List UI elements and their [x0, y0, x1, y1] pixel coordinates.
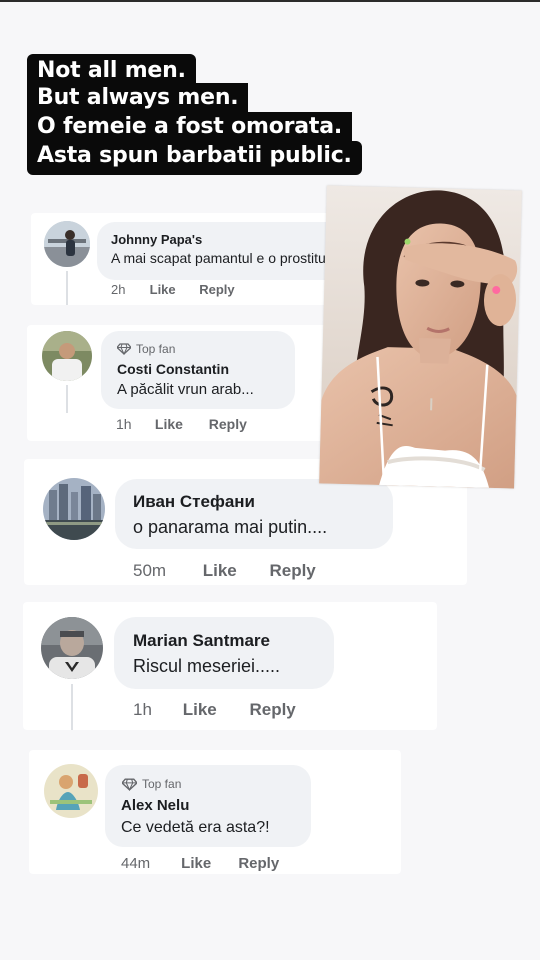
thread-line	[71, 684, 73, 730]
comment-card: Marian Santmare Riscul meseriei..... 1h …	[23, 602, 437, 730]
comment-time: 50m	[133, 561, 167, 580]
comment-time: 1h	[133, 700, 152, 719]
comment-text: A mai scapat pamantul e o prostituat	[111, 250, 338, 266]
comment-card: Top fan Alex Nelu Ce vedetă era asta?! 4…	[29, 750, 401, 874]
commenter-name[interactable]: Alex Nelu	[121, 797, 189, 814]
reply-button[interactable]: Reply	[199, 282, 234, 297]
like-button[interactable]: Like	[181, 855, 234, 872]
comment-bubble[interactable]	[115, 479, 393, 549]
headline-line-1: Not all men.	[27, 54, 196, 86]
headline-line-3: O femeie a fost omorata.	[27, 112, 353, 142]
like-button[interactable]: Like	[183, 700, 245, 720]
video-overlay[interactable]	[319, 185, 522, 489]
comment-actions: 1h Like Reply	[133, 700, 296, 720]
commenter-name[interactable]: Marian Santmare	[133, 631, 270, 651]
commenter-name[interactable]: Costi Constantin	[117, 361, 229, 377]
avatar[interactable]	[42, 331, 92, 381]
like-button[interactable]: Like	[155, 416, 205, 432]
avatar[interactable]	[41, 617, 103, 679]
headline-line-4: Asta spun barbatii public.	[27, 141, 362, 175]
top-fan-label: Top fan	[142, 777, 182, 791]
comment-text: o panarama mai putin....	[133, 517, 328, 537]
thread-line	[66, 385, 68, 413]
comment-text: Ce vedetă era asta?!	[121, 819, 270, 836]
top-fan-label: Top fan	[136, 342, 176, 356]
comment-actions: 2h Like Reply	[111, 282, 235, 297]
avatar[interactable]	[44, 764, 98, 818]
headline-caption: Not all men. But always men. O femeie a …	[27, 54, 362, 175]
comment-text: Riscul meseriei.....	[133, 656, 281, 676]
commenter-name[interactable]: Johnny Papa's	[111, 232, 202, 247]
diamond-icon	[117, 343, 131, 355]
reply-button[interactable]: Reply	[269, 561, 315, 581]
comment-time: 44m	[121, 855, 151, 872]
comment-text: A păcălit vrun arab...	[117, 381, 254, 398]
top-fan-badge: Top fan	[122, 777, 181, 791]
top-border	[0, 0, 540, 2]
diamond-icon	[122, 777, 137, 791]
avatar[interactable]	[43, 478, 105, 540]
like-button[interactable]: Like	[150, 282, 196, 297]
avatar[interactable]	[44, 221, 90, 267]
reply-button[interactable]: Reply	[238, 855, 279, 872]
reply-button[interactable]: Reply	[209, 416, 247, 432]
comment-time: 1h	[116, 416, 132, 432]
top-fan-badge: Top fan	[117, 342, 175, 356]
like-button[interactable]: Like	[203, 561, 265, 581]
reply-button[interactable]: Reply	[249, 700, 295, 720]
comment-card: Top fan Costi Constantin A păcălit vrun …	[27, 325, 327, 441]
comment-time: 2h	[111, 282, 126, 297]
comment-bubble[interactable]	[114, 617, 334, 689]
commenter-name[interactable]: Иван Стефани	[133, 492, 255, 512]
comment-actions: 44m Like Reply	[121, 855, 279, 872]
comment-actions: 50m Like Reply	[133, 561, 316, 581]
headline-line-2: But always men.	[27, 83, 249, 113]
thread-line	[66, 271, 68, 305]
comment-actions: 1h Like Reply	[116, 416, 247, 432]
